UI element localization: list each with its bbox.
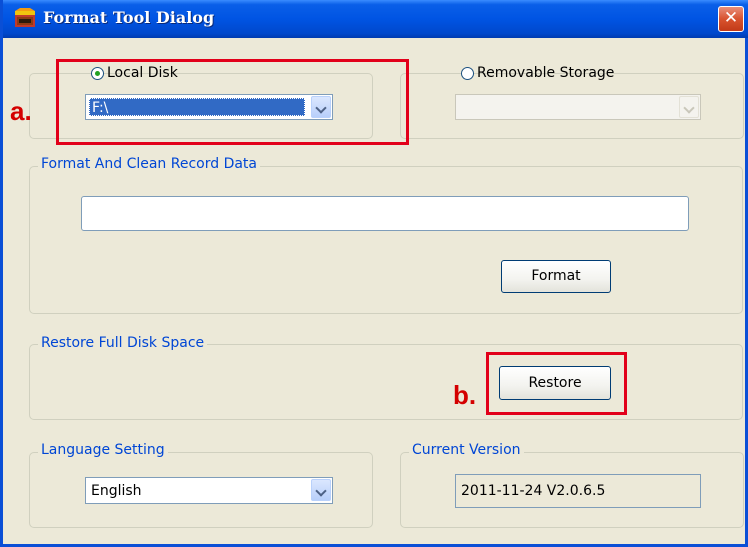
close-icon: ✕ (723, 8, 739, 28)
annotation-box-b (486, 352, 627, 415)
removable-storage-label: Removable Storage (477, 65, 615, 81)
chevron-down-icon[interactable] (679, 96, 699, 118)
format-group-legend: Format And Clean Record Data (38, 155, 261, 173)
removable-storage-select[interactable] (455, 94, 701, 120)
format-button[interactable]: Format (501, 260, 611, 293)
app-icon (15, 8, 35, 27)
removable-storage-radio[interactable]: Removable Storage (461, 65, 614, 81)
version-group-legend: Current Version (409, 441, 524, 459)
format-group (29, 166, 743, 314)
version-field: 2011-11-24 V2.0.6.5 (455, 474, 701, 508)
title-bar[interactable]: Format Tool Dialog ✕ (3, 0, 748, 38)
window-title: Format Tool Dialog (43, 8, 215, 27)
language-value: English (91, 483, 142, 499)
removable-storage-value (459, 98, 463, 116)
annotation-box-a (56, 59, 409, 145)
restore-group-legend: Restore Full Disk Space (38, 334, 208, 352)
chevron-down-icon[interactable] (311, 479, 331, 501)
restore-group (29, 344, 743, 420)
close-button[interactable]: ✕ (718, 6, 744, 32)
language-group-legend: Language Setting (38, 441, 168, 459)
language-select[interactable]: English (85, 477, 333, 504)
removable-storage-radio-button[interactable] (461, 66, 474, 80)
format-progress-field (81, 196, 689, 231)
annotation-label-a: a. (10, 96, 32, 126)
annotation-label-b: b. (453, 380, 477, 410)
